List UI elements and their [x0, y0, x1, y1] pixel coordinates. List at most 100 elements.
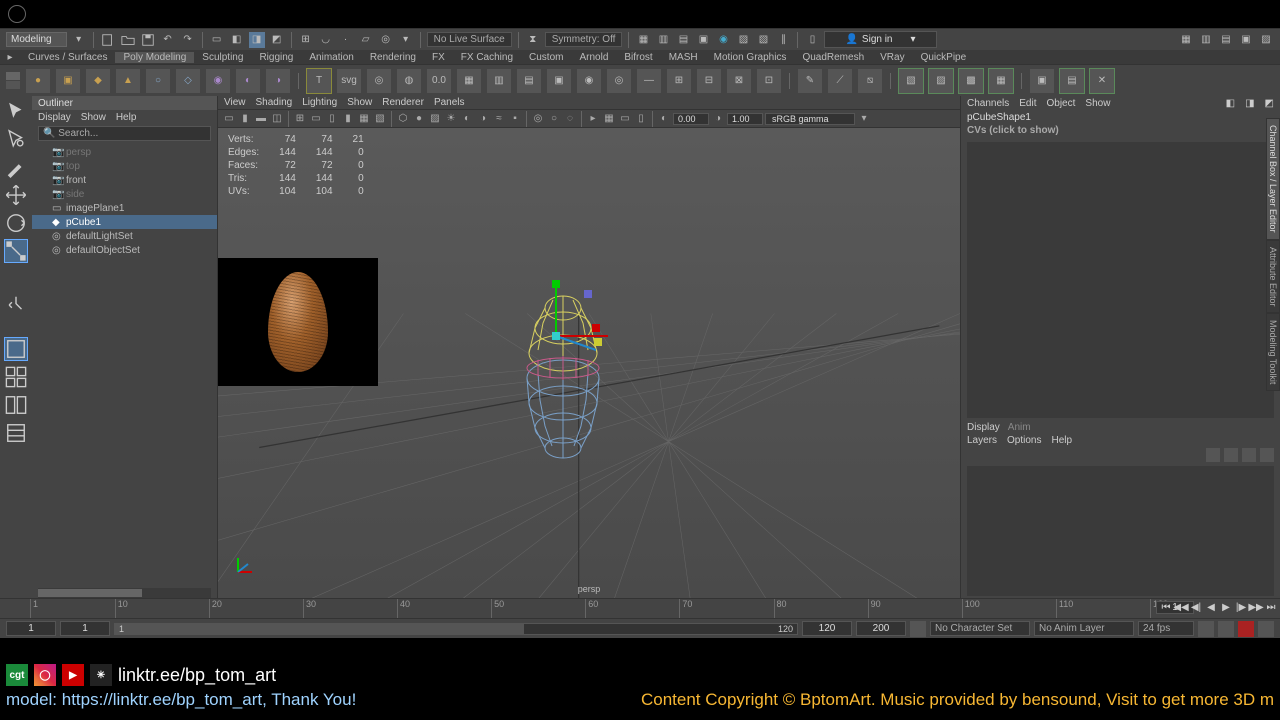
two-pane-icon[interactable] [5, 394, 27, 416]
shelf-button[interactable]: ▩ [959, 69, 983, 93]
cb-menu-object[interactable]: Object [1047, 98, 1076, 109]
vp-res-gate-icon[interactable]: ▯ [325, 112, 339, 126]
select-tool-icon[interactable] [5, 100, 27, 122]
outliner-scrollbar[interactable] [38, 588, 211, 598]
next-key-icon[interactable]: ▶▶ [1249, 600, 1263, 614]
vp-motion-icon[interactable]: ≈ [492, 112, 506, 126]
sym-icon[interactable]: ⧗ [525, 32, 541, 48]
layer-menu-layers[interactable]: Layers [967, 435, 997, 446]
shelf-tab[interactable]: Rigging [251, 52, 301, 63]
vp-expose2-icon[interactable]: ▦ [602, 112, 616, 126]
panel-toggle-icon[interactable]: ▯ [804, 32, 820, 48]
last-tool-icon[interactable] [5, 294, 27, 316]
shelf-tab[interactable]: Custom [521, 52, 571, 63]
shelf-toggle-icon[interactable] [6, 72, 20, 80]
outliner-item[interactable]: 📷front [32, 173, 217, 187]
pause-icon[interactable]: ∥ [775, 32, 791, 48]
shelf-tab[interactable]: Motion Graphics [706, 52, 795, 63]
shelf-tab[interactable]: FX Caching [453, 52, 521, 63]
shelf-button[interactable]: ▲ [116, 69, 140, 93]
vp-aa-icon[interactable]: ▪ [508, 112, 522, 126]
record-icon[interactable] [1238, 621, 1254, 637]
shelf-tab[interactable]: VRay [872, 52, 912, 63]
outliner-item[interactable]: ▭imagePlane1 [32, 201, 217, 215]
animlayer-dropdown[interactable]: No Anim Layer [1034, 621, 1134, 636]
symmetry-status[interactable]: Symmetry: Off [545, 32, 623, 47]
rotate-tool-icon[interactable] [5, 212, 27, 234]
snap-grid-icon[interactable]: ⊞ [298, 32, 314, 48]
shelf-button[interactable]: ◉ [577, 69, 601, 93]
redo-icon[interactable]: ↷ [180, 32, 196, 48]
shelf-menu-icon[interactable]: ▸ [0, 52, 20, 63]
layer-tab-anim[interactable]: Anim [1008, 422, 1031, 433]
shelf-tab[interactable]: Rendering [362, 52, 424, 63]
vp-safe-icon[interactable]: ▧ [373, 112, 387, 126]
dropdown-icon[interactable]: ▾ [71, 32, 87, 48]
shelf-tab[interactable]: Bifrost [616, 52, 660, 63]
range-max[interactable]: 200 [856, 621, 906, 636]
viewport-3d[interactable]: Verts:747421Edges:1441440Faces:72720Tris… [218, 128, 960, 598]
shelf-button[interactable]: ▧ [899, 69, 923, 93]
shelf-button[interactable]: ⊟ [697, 69, 721, 93]
shelf-tab[interactable]: QuickPipe [913, 52, 975, 63]
outliner-item[interactable]: 📷top [32, 159, 217, 173]
snap-live-icon[interactable]: ◎ [378, 32, 394, 48]
side-tab-tool[interactable]: Modeling Toolkit [1266, 313, 1280, 391]
new-scene-icon[interactable] [100, 32, 116, 48]
shelf-tab[interactable]: Poly Modeling [115, 52, 194, 63]
shelf-tab[interactable]: Arnold [571, 52, 616, 63]
vp-field-icon[interactable]: ▦ [357, 112, 371, 126]
range-lock-icon[interactable] [910, 621, 926, 637]
workspace-layout5-icon[interactable]: ▨ [1258, 32, 1274, 48]
outliner-item[interactable]: ◎defaultLightSet [32, 229, 217, 243]
workspace-layout3-icon[interactable]: ▤ [1218, 32, 1234, 48]
vp-colorspace-dropdown[interactable]: sRGB gamma [765, 113, 855, 125]
autokey-icon[interactable] [1198, 621, 1214, 637]
shelf-tab[interactable]: Sculpting [194, 52, 251, 63]
shelf-button[interactable]: T [307, 69, 331, 93]
vp-menu-shading[interactable]: Shading [256, 97, 293, 108]
outliner-menu-help[interactable]: Help [116, 112, 137, 123]
cvs-toggle[interactable]: CVs (click to show) [961, 125, 1280, 140]
shelf-button[interactable]: ◉ [206, 69, 230, 93]
cb-icon2[interactable]: ◨ [1245, 98, 1254, 109]
shelf-button[interactable]: 0.0 [427, 69, 451, 93]
vp-menu-view[interactable]: View [224, 97, 246, 108]
layout-icon[interactable] [5, 422, 27, 444]
play-max[interactable]: 120 [802, 621, 852, 636]
vp-gamma-field[interactable]: 1.00 [727, 113, 763, 125]
shelf-button[interactable]: ⊞ [667, 69, 691, 93]
shelf-button[interactable]: ✕ [1090, 69, 1114, 93]
fps-dropdown[interactable]: 24 fps [1138, 621, 1194, 636]
charset-dropdown[interactable]: No Character Set [930, 621, 1030, 636]
vp-ao-icon[interactable]: ◑ [476, 112, 490, 126]
snap-point-icon[interactable]: · [338, 32, 354, 48]
shelf-button[interactable]: ◍ [397, 69, 421, 93]
shelf-button[interactable]: ◐ [236, 69, 260, 93]
shelf-button[interactable]: ◑ [266, 69, 290, 93]
range-track[interactable]: 120 1 [114, 623, 798, 635]
shelf-button[interactable]: ⊡ [757, 69, 781, 93]
cb-menu-show[interactable]: Show [1085, 98, 1110, 109]
paint-tool-icon[interactable] [5, 156, 27, 178]
shelf-button[interactable]: ◎ [607, 69, 631, 93]
outliner-menu-show[interactable]: Show [81, 112, 106, 123]
go-end-icon[interactable]: ⏭ [1264, 600, 1278, 614]
shelf-tab[interactable]: QuadRemesh [794, 52, 872, 63]
shelf-button[interactable]: ● [26, 69, 50, 93]
shelf-button[interactable]: ⧅ [858, 69, 882, 93]
render-icon[interactable]: ▣ [695, 32, 711, 48]
shelf-button[interactable]: ✎ [798, 69, 822, 93]
select-mode-icon[interactable]: ▭ [209, 32, 225, 48]
scale-tool-icon[interactable] [5, 240, 27, 262]
scale-manipulator[interactable] [536, 276, 626, 356]
vp-gate-mask-icon[interactable]: ▮ [341, 112, 355, 126]
snap-plane-icon[interactable]: ▱ [358, 32, 374, 48]
shelf-button[interactable]: ◆ [86, 69, 110, 93]
vp-shaded-icon[interactable]: ● [412, 112, 426, 126]
hist-icon[interactable]: ▦ [635, 32, 651, 48]
shelf-button[interactable]: ▥ [487, 69, 511, 93]
prev-frame-icon[interactable]: ◀| [1189, 600, 1203, 614]
shelf-button[interactable]: — [637, 69, 661, 93]
vp-xray2-icon[interactable]: ◌ [563, 112, 577, 126]
